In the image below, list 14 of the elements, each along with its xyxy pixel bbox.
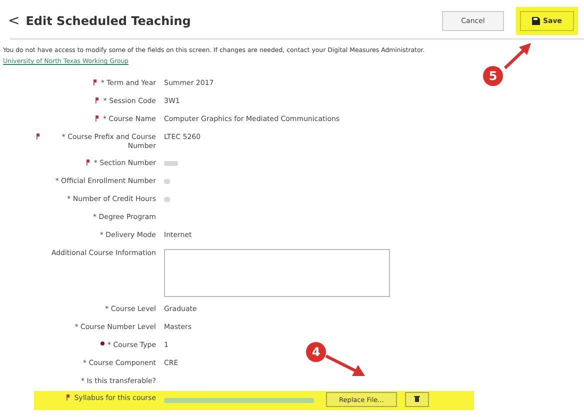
arrow-icon xyxy=(503,42,533,70)
blurred-file-link[interactable] xyxy=(164,398,314,403)
back-link[interactable]: < xyxy=(8,13,20,29)
trash-icon xyxy=(414,395,420,402)
save-icon xyxy=(532,17,540,25)
arrow-icon xyxy=(324,354,366,378)
blurred-value xyxy=(164,197,170,202)
step-number-badge: 4 xyxy=(306,342,326,362)
delete-button[interactable] xyxy=(404,392,429,407)
blurred-value xyxy=(164,161,178,166)
blurred-value xyxy=(164,179,170,184)
text-area[interactable] xyxy=(164,249,390,297)
step-number-badge: 5 xyxy=(483,66,503,86)
page-title: Edit Scheduled Teaching xyxy=(26,14,192,28)
